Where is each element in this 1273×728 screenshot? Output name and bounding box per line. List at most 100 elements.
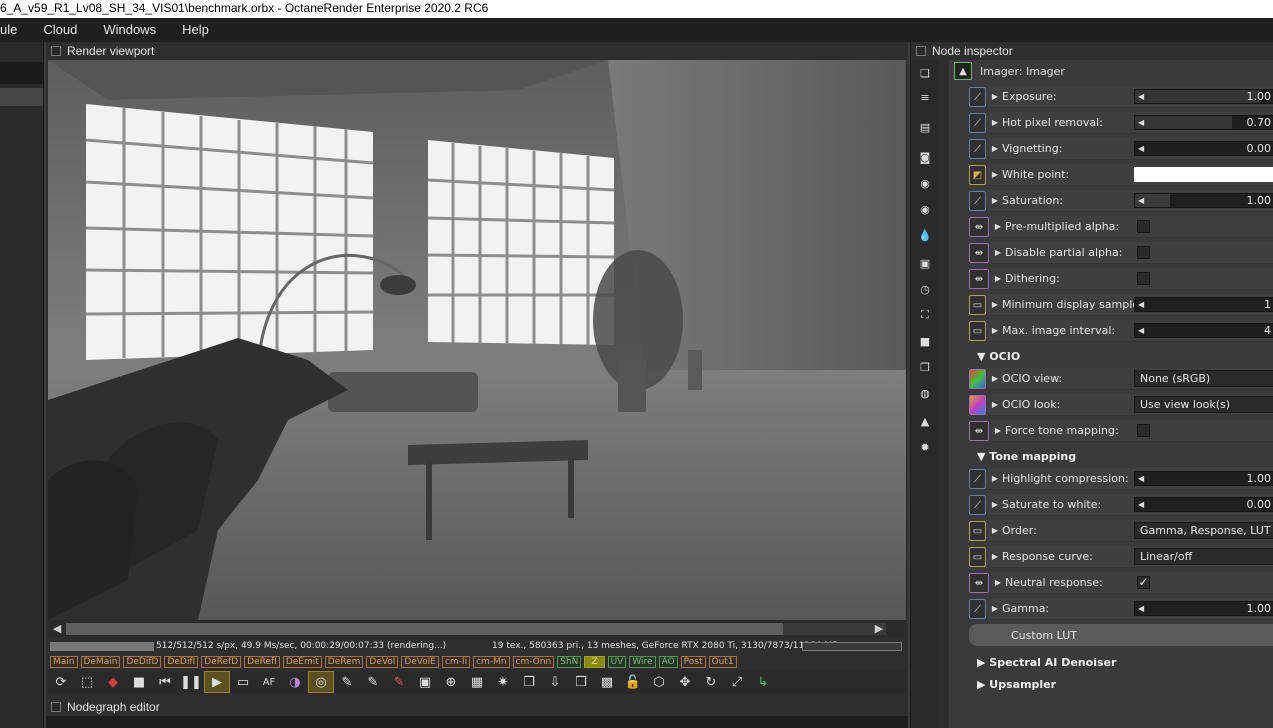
param-saturation[interactable]: ⟋ ▶ Saturation: ◀ 1.00 bbox=[969, 190, 1273, 212]
inspector-dock-toggle[interactable] bbox=[916, 46, 926, 56]
af-icon[interactable]: AF bbox=[256, 671, 282, 693]
medium-icon[interactable]: 💧 bbox=[916, 226, 934, 244]
rotate-icon[interactable]: ↻ bbox=[698, 671, 724, 693]
param-saturate-to-white[interactable]: ⟋ ▶ Saturate to white: ◀ 0.00 bbox=[969, 494, 1273, 516]
fit-icon[interactable]: ⤢ bbox=[724, 671, 750, 693]
menu-module[interactable]: ule bbox=[0, 18, 30, 42]
nodegraph-dock-toggle[interactable] bbox=[51, 702, 61, 712]
max-image-interval-slider[interactable]: ◀ 4 bbox=[1134, 323, 1273, 338]
expand-arrow-icon[interactable]: ▶ bbox=[988, 526, 1002, 535]
scroll-left-arrow-icon[interactable]: ◀ bbox=[50, 622, 64, 636]
saturate-to-white-slider[interactable]: ◀ 0.00 bbox=[1134, 497, 1273, 512]
menu-help[interactable]: Help bbox=[169, 18, 222, 42]
move-icon[interactable]: ✥ bbox=[672, 671, 698, 693]
pass-devol[interactable]: DeVol bbox=[366, 656, 399, 668]
imager-node-icon[interactable]: ▲ bbox=[954, 62, 972, 80]
viewport-dock-toggle[interactable] bbox=[51, 46, 61, 56]
clock-icon[interactable]: ◷ bbox=[916, 280, 934, 298]
environment-icon[interactable]: ◉ bbox=[916, 174, 934, 192]
save-image-icon[interactable]: ⇩ bbox=[542, 671, 568, 693]
restart-icon[interactable]: ⏮ bbox=[152, 671, 178, 693]
expand-arrow-icon[interactable]: ▶ bbox=[988, 144, 1002, 153]
param-white-point[interactable]: ◩ ▶ White point: bbox=[969, 164, 1273, 186]
recompile-icon[interactable]: ⟳ bbox=[48, 671, 74, 693]
imager-icon[interactable]: ▲ bbox=[916, 412, 934, 430]
region-icon[interactable]: ⬚ bbox=[74, 671, 100, 693]
expand-arrow-icon[interactable]: ▶ bbox=[988, 552, 1002, 561]
premultiplied-alpha-checkbox[interactable] bbox=[1137, 220, 1150, 233]
expand-arrow-icon[interactable]: ▶ bbox=[988, 500, 1002, 509]
pass-post[interactable]: Post bbox=[680, 656, 706, 668]
resolution-icon[interactable]: ▦ bbox=[464, 671, 490, 693]
param-force-tone-mapping[interactable]: ⇹ ▶ Force tone mapping: bbox=[969, 420, 1273, 442]
min-display-samples-slider[interactable]: ◀ 1 bbox=[1134, 297, 1273, 312]
zoom-icon[interactable]: ⊕ bbox=[438, 671, 464, 693]
pass-wire[interactable]: Wire bbox=[629, 656, 656, 668]
param-highlight-compression[interactable]: ⟋ ▶ Highlight compression: ◀ 1.00 bbox=[969, 468, 1273, 490]
response-curve-dropdown[interactable]: Linear/off bbox=[1134, 548, 1273, 565]
vignetting-slider[interactable]: ◀ 0.00 bbox=[1134, 141, 1273, 156]
geometry-icon[interactable]: ■ bbox=[916, 332, 934, 350]
expand-arrow-icon[interactable]: ▶ bbox=[988, 374, 1002, 383]
pass-ao[interactable]: AO bbox=[658, 656, 678, 668]
param-ocio-look[interactable]: ▶ OCIO look: Use view look(s) bbox=[969, 394, 1273, 416]
white-point-swatch[interactable] bbox=[1134, 167, 1273, 182]
hot-pixel-slider[interactable]: ◀ 0.70 bbox=[1134, 115, 1273, 130]
expand-arrow-icon[interactable]: ▶ bbox=[988, 170, 1002, 179]
param-gamma[interactable]: ⟋ ▶ Gamma: ◀ 1.00 bbox=[969, 598, 1273, 620]
render-target-icon[interactable]: ▣ bbox=[916, 254, 934, 272]
param-min-display-samples[interactable]: ▭ ▶ Minimum display samples: ◀ 1 bbox=[969, 294, 1273, 316]
param-max-image-interval[interactable]: ▭ ▶ Max. image interval: ◀ 4 bbox=[969, 320, 1273, 342]
expand-arrow-icon[interactable]: ▶ bbox=[988, 196, 1002, 205]
nodegraph-tabs[interactable] bbox=[46, 716, 908, 728]
param-vignetting[interactable]: ⟋ ▶ Vignetting: ◀ 0.00 bbox=[969, 138, 1273, 160]
menu-windows[interactable]: Windows bbox=[90, 18, 169, 42]
left-panel-tab[interactable] bbox=[0, 88, 43, 106]
param-dithering[interactable]: ⇹ ▶ Dithering: bbox=[969, 268, 1273, 290]
expand-arrow-icon[interactable]: ▶ bbox=[988, 118, 1002, 127]
pass-derem[interactable]: DeRem bbox=[324, 656, 364, 668]
white-balance-icon[interactable]: ✎ bbox=[360, 671, 386, 693]
param-hot-pixel-removal[interactable]: ⟋ ▶ Hot pixel removal: ◀ 0.70 bbox=[969, 112, 1273, 134]
param-response-curve[interactable]: ▭ ▶ Response curve: Linear/off bbox=[969, 546, 1273, 568]
picker-icon[interactable]: ◎ bbox=[308, 671, 334, 693]
pass-demain[interactable]: DeMain bbox=[80, 656, 121, 668]
param-premultiplied-alpha[interactable]: ⇹ ▶ Pre-multiplied alpha: bbox=[969, 216, 1273, 238]
gizmo-icon[interactable]: ✷ bbox=[490, 671, 516, 693]
pass-shn[interactable]: ShN bbox=[557, 656, 582, 668]
ocio-look-dropdown[interactable]: Use view look(s) bbox=[1134, 396, 1273, 413]
param-ocio-view[interactable]: ▶ OCIO view: None (sRGB) bbox=[969, 368, 1273, 390]
pass-cm-mn[interactable]: cm-Mn bbox=[473, 656, 510, 668]
spectral-denoiser-section-header[interactable]: ▶ Spectral AI Denoiser bbox=[977, 656, 1116, 669]
play-icon[interactable]: ▶ bbox=[204, 671, 230, 693]
menu-cloud[interactable]: Cloud bbox=[30, 18, 90, 42]
list-icon[interactable]: ≡ bbox=[916, 88, 934, 106]
pass-main[interactable]: Main bbox=[50, 656, 78, 668]
scroll-right-arrow-icon[interactable]: ▶ bbox=[872, 622, 886, 636]
expand-arrow-icon[interactable]: ▶ bbox=[991, 426, 1005, 435]
export-icon[interactable]: ❒ bbox=[568, 671, 594, 693]
pass-derefi[interactable]: DeRefI bbox=[244, 656, 280, 668]
disable-partial-alpha-checkbox[interactable] bbox=[1137, 246, 1150, 259]
object-picker-icon[interactable]: ▣ bbox=[412, 671, 438, 693]
instances-icon[interactable]: ❐ bbox=[916, 358, 934, 376]
render-image[interactable] bbox=[48, 60, 906, 620]
dithering-checkbox[interactable] bbox=[1137, 272, 1150, 285]
pass-z[interactable]: Z bbox=[584, 656, 605, 668]
pause-icon[interactable]: ❚❚ bbox=[178, 671, 204, 693]
visible-env-icon[interactable]: ◉ bbox=[916, 200, 934, 218]
scroll-thumb[interactable] bbox=[66, 623, 783, 635]
saturation-slider[interactable]: ◀ 1.00 bbox=[1134, 193, 1273, 208]
color-picker-icon[interactable]: ◑ bbox=[282, 671, 308, 693]
highlight-compression-slider[interactable]: ◀ 1.00 bbox=[1134, 471, 1273, 486]
stop-icon[interactable]: ■ bbox=[126, 671, 152, 693]
pass-dedifd[interactable]: DeDifD bbox=[123, 656, 162, 668]
expand-arrow-icon[interactable]: ▶ bbox=[988, 474, 1002, 483]
expand-arrow-icon[interactable]: ▶ bbox=[988, 400, 1002, 409]
expand-arrow-icon[interactable]: ▶ bbox=[988, 92, 1002, 101]
param-neutral-response[interactable]: ⇹ ▶ Neutral response: ✓ bbox=[969, 572, 1273, 594]
expand-arrow-icon[interactable]: ▶ bbox=[991, 578, 1005, 587]
expand-arrow-icon[interactable]: ▶ bbox=[988, 326, 1002, 335]
cube-color-icon[interactable]: ◆ bbox=[100, 671, 126, 693]
image-icon[interactable]: ▤ bbox=[916, 118, 934, 136]
